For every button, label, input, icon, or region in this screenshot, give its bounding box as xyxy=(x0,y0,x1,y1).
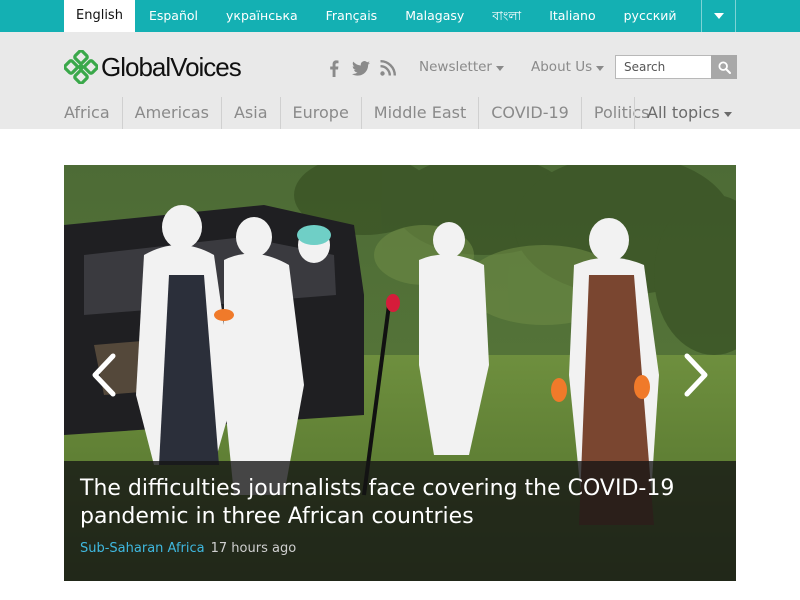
search-icon xyxy=(717,60,731,74)
topic-covid-19[interactable]: COVID-19 xyxy=(478,97,581,129)
featured-story-time: 17 hours ago xyxy=(210,541,297,556)
language-malagasy[interactable]: Malagasy xyxy=(391,0,478,32)
facebook-icon xyxy=(330,59,339,77)
more-languages-button[interactable] xyxy=(701,0,736,32)
featured-story-caption: The difficulties journalists face coveri… xyxy=(64,461,736,581)
search-box xyxy=(615,55,737,79)
language-espanol[interactable]: Español xyxy=(135,0,212,32)
chevron-right-icon xyxy=(684,353,708,397)
topic-europe[interactable]: Europe xyxy=(279,97,361,129)
topic-middle-east[interactable]: Middle East xyxy=(360,97,478,129)
previous-slide-button[interactable] xyxy=(84,351,124,399)
logo-word-voices: Voices xyxy=(170,51,242,82)
language-bangla[interactable]: বাংলা xyxy=(478,0,535,32)
language-francais[interactable]: Français xyxy=(312,0,392,32)
chevron-down-icon xyxy=(495,65,504,71)
about-us-label: About Us xyxy=(531,59,593,75)
language-italiano[interactable]: Italiano xyxy=(535,0,609,32)
language-list: English Español українська Français Mala… xyxy=(64,0,691,32)
facebook-link[interactable] xyxy=(326,59,342,77)
featured-story-headline[interactable]: The difficulties journalists face coveri… xyxy=(80,475,720,531)
featured-story-category[interactable]: Sub-Saharan Africa xyxy=(80,541,205,556)
twitter-icon xyxy=(352,60,370,76)
next-slide-button[interactable] xyxy=(676,351,716,399)
language-bar: English Español українська Français Mala… xyxy=(0,0,800,32)
language-ukrainian[interactable]: українська xyxy=(212,0,312,32)
chevron-down-icon xyxy=(713,13,724,19)
featured-story-meta: Sub-Saharan Africa 17 hours ago xyxy=(80,541,720,556)
topic-americas[interactable]: Americas xyxy=(121,97,221,129)
site-logo[interactable]: GlobalVoices xyxy=(64,50,242,84)
all-topics-menu[interactable]: All topics xyxy=(634,97,732,129)
logo-word-global: Global xyxy=(101,51,171,82)
chevron-down-icon xyxy=(596,65,605,71)
chevron-down-icon xyxy=(723,111,732,117)
search-button[interactable] xyxy=(711,55,737,79)
rss-icon xyxy=(380,60,396,76)
newsletter-menu[interactable]: Newsletter xyxy=(419,59,504,75)
topics-nav: Africa Americas Asia Europe Middle East … xyxy=(64,97,661,129)
language-english[interactable]: English xyxy=(64,0,135,32)
search-input[interactable] xyxy=(615,55,712,79)
twitter-link[interactable] xyxy=(352,59,370,77)
featured-story-slider[interactable]: The difficulties journalists face coveri… xyxy=(64,165,736,581)
global-voices-logo-icon xyxy=(64,50,98,84)
all-topics-label: All topics xyxy=(647,103,720,122)
newsletter-label: Newsletter xyxy=(419,59,492,75)
topic-africa[interactable]: Africa xyxy=(64,97,122,129)
logo-wordmark: GlobalVoices xyxy=(101,51,242,83)
about-us-menu[interactable]: About Us xyxy=(531,59,605,75)
language-russian[interactable]: русский xyxy=(610,0,691,32)
topic-asia[interactable]: Asia xyxy=(220,97,280,129)
chevron-left-icon xyxy=(92,353,116,397)
rss-link[interactable] xyxy=(380,59,396,77)
